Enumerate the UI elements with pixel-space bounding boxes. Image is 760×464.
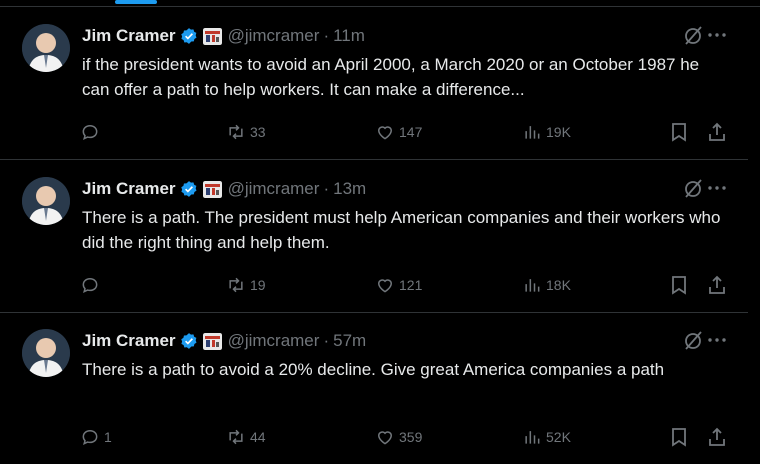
- share-icon[interactable]: [706, 426, 728, 448]
- timeline-top-divider: [0, 0, 760, 7]
- verified-badge-icon: [180, 181, 197, 197]
- verified-badge-icon: [180, 28, 197, 44]
- tweet-header: Jim Cramer @jimcramer · 11m: [82, 25, 365, 47]
- more-icon[interactable]: [706, 329, 728, 351]
- more-icon[interactable]: [706, 24, 728, 46]
- views-button[interactable]: 18K: [522, 274, 571, 296]
- like-button[interactable]: 147: [375, 121, 422, 143]
- views-icon: [525, 279, 540, 292]
- bookmark-icon[interactable]: [668, 426, 690, 448]
- tweet-text: if the president wants to avoid an April…: [82, 55, 700, 99]
- handle[interactable]: @jimcramer: [228, 179, 320, 199]
- like-icon: [377, 431, 393, 445]
- reply-icon: [82, 429, 98, 446]
- more-icon[interactable]: [706, 177, 728, 199]
- display-name[interactable]: Jim Cramer: [82, 26, 176, 46]
- tweet[interactable]: Jim Cramer @jimcramer · 57m There is a p…: [0, 312, 748, 464]
- repost-button[interactable]: 19: [226, 274, 266, 296]
- tweet-header: Jim Cramer @jimcramer · 13m: [82, 178, 366, 200]
- tweet-text: There is a path to avoid a 20% decline. …: [82, 360, 665, 379]
- like-count: 147: [399, 124, 423, 140]
- views-count: 18K: [546, 277, 571, 293]
- repost-icon: [229, 124, 243, 140]
- repost-count: 44: [250, 429, 266, 445]
- avatar[interactable]: [22, 177, 70, 225]
- repost-button[interactable]: 33: [226, 121, 266, 143]
- separator: ·: [323, 179, 330, 198]
- repost-button[interactable]: 44: [226, 426, 266, 448]
- repost-count: 33: [250, 124, 266, 140]
- separator: ·: [323, 331, 330, 350]
- views-icon: [525, 126, 540, 139]
- tweet[interactable]: Jim Cramer @jimcramer · 11m if the presi…: [0, 7, 748, 160]
- repost-count: 19: [250, 277, 266, 293]
- grok-icon[interactable]: [682, 329, 704, 351]
- like-icon: [377, 279, 393, 293]
- timestamp[interactable]: 57m: [333, 331, 366, 351]
- views-icon: [525, 431, 540, 444]
- reply-button[interactable]: [80, 121, 104, 143]
- affiliate-logo-icon[interactable]: [202, 180, 222, 198]
- verified-badge-icon: [180, 333, 197, 349]
- grok-icon[interactable]: [682, 177, 704, 199]
- avatar[interactable]: [22, 24, 70, 72]
- tab-indicator: [115, 0, 157, 4]
- tweet-header: Jim Cramer @jimcramer · 57m: [82, 330, 366, 352]
- separator: ·: [323, 26, 330, 45]
- views-button[interactable]: 52K: [522, 426, 571, 448]
- reply-icon: [82, 124, 98, 141]
- action-bar: 19 121 18K: [80, 274, 732, 296]
- reply-button[interactable]: 1: [80, 426, 112, 448]
- bookmark-icon[interactable]: [668, 274, 690, 296]
- like-count: 359: [399, 429, 423, 445]
- avatar[interactable]: [22, 329, 70, 377]
- reply-count: 1: [104, 429, 112, 445]
- timestamp[interactable]: 11m: [333, 26, 365, 46]
- like-button[interactable]: 121: [375, 274, 422, 296]
- display-name[interactable]: Jim Cramer: [82, 331, 176, 351]
- reply-button[interactable]: [80, 274, 104, 296]
- handle[interactable]: @jimcramer: [228, 331, 320, 351]
- like-count: 121: [399, 277, 423, 293]
- tweet-text: There is a path. The president must help…: [82, 208, 721, 252]
- handle[interactable]: @jimcramer: [228, 26, 320, 46]
- repost-icon: [229, 277, 243, 293]
- share-icon[interactable]: [706, 274, 728, 296]
- grok-icon[interactable]: [682, 24, 704, 46]
- timestamp[interactable]: 13m: [333, 179, 366, 199]
- repost-icon: [229, 429, 243, 445]
- views-button[interactable]: 19K: [522, 121, 571, 143]
- tweet[interactable]: Jim Cramer @jimcramer · 13m There is a p…: [0, 160, 748, 313]
- action-bar: 1 44 359 52K: [80, 426, 732, 448]
- bookmark-icon[interactable]: [668, 121, 690, 143]
- share-icon[interactable]: [706, 121, 728, 143]
- affiliate-logo-icon[interactable]: [202, 27, 222, 45]
- display-name[interactable]: Jim Cramer: [82, 179, 176, 199]
- views-count: 19K: [546, 124, 571, 140]
- affiliate-logo-icon[interactable]: [202, 332, 222, 350]
- action-bar: 33 147 19K: [80, 121, 732, 143]
- like-button[interactable]: 359: [375, 426, 422, 448]
- views-count: 52K: [546, 429, 571, 445]
- reply-icon: [82, 277, 98, 294]
- like-icon: [377, 126, 393, 140]
